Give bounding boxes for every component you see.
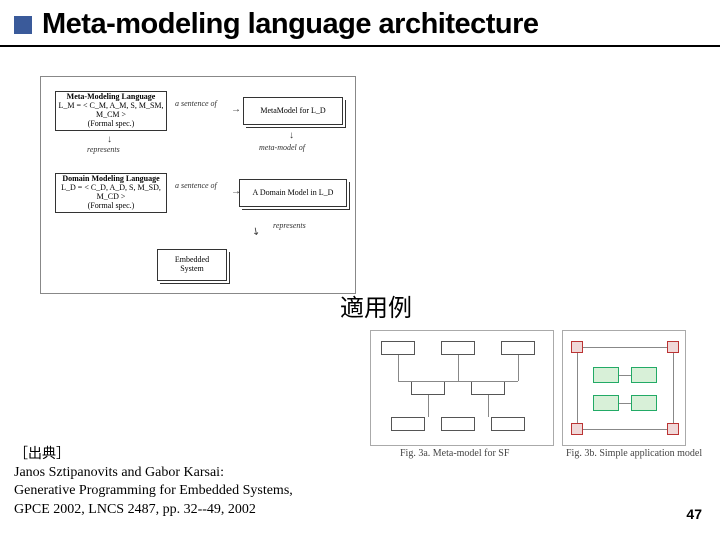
citation-line: GPCE 2002, LNCS 2487, pp. 32--49, 2002	[14, 501, 293, 519]
box-line: (Formal spec.)	[88, 120, 135, 129]
thumb-meta-model-sf	[370, 330, 554, 446]
title-bar: Meta-modeling language architecture	[0, 0, 720, 47]
box-embedded-system: Embedded System	[157, 249, 227, 281]
box-meta-modeling-language: Meta-Modeling Language L_M = < C_M, A_M,…	[55, 91, 167, 131]
page-title: Meta-modeling language architecture	[42, 8, 539, 41]
box-line: MetaModel for L_D	[260, 107, 325, 116]
rel-sentence-top: a sentence of	[175, 99, 217, 108]
title-bullet-icon	[14, 16, 32, 34]
thumb-right-caption: Fig. 3b. Simple application model	[566, 448, 702, 459]
box-line: (Formal spec.)	[88, 202, 135, 211]
arrow-diag-icon: ↘	[249, 225, 262, 238]
page-number: 47	[686, 506, 702, 522]
citation-line: Janos Sztipanovits and Gabor Karsai:	[14, 464, 293, 482]
citation-block: ［出典］ Janos Sztipanovits and Gabor Karsai…	[14, 446, 293, 519]
box-meta-model: MetaModel for L_D	[243, 97, 343, 125]
box-line: L_M = < C_M, A_M, S, M_SM, M_CM >	[58, 102, 164, 120]
box-domain-modeling-language: Domain Modeling Language L_D = < C_D, A_…	[55, 173, 167, 213]
box-line: A Domain Model in L_D	[253, 189, 334, 198]
citation-tag: ［出典］	[14, 446, 293, 464]
example-label: 適用例	[340, 288, 412, 323]
rel-sentence-mid: a sentence of	[175, 181, 217, 190]
rel-represents-right: represents	[273, 221, 306, 230]
box-line: Embedded System	[175, 256, 209, 274]
thumb-left-caption: Fig. 3a. Meta-model for SF	[400, 448, 509, 459]
arrow-right-icon: →	[231, 187, 241, 197]
arrow-down-icon: ↓	[289, 131, 294, 141]
box-line: L_D = < C_D, A_D, S, M_SD, M_CD >	[58, 184, 164, 202]
box-domain-model: A Domain Model in L_D	[239, 179, 347, 207]
rel-represents-left: represents	[87, 145, 120, 154]
citation-line: Generative Programming for Embedded Syst…	[14, 482, 293, 500]
thumb-application-model	[562, 330, 686, 446]
architecture-diagram: Meta-Modeling Language L_M = < C_M, A_M,…	[40, 76, 356, 294]
rel-metamodel-of: meta-model of	[259, 143, 305, 152]
arrow-right-icon: →	[231, 105, 241, 115]
arrow-down-icon: ↓	[107, 135, 112, 145]
